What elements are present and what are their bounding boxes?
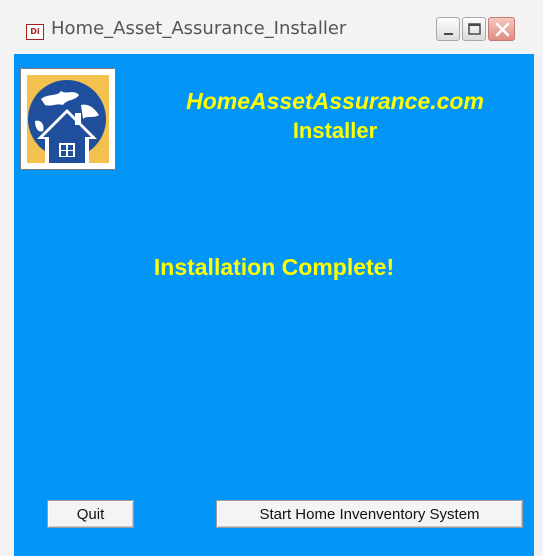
window-title: Home_Asset_Assurance_Installer: [51, 18, 347, 39]
close-icon: [495, 22, 510, 37]
minimize-button[interactable]: [436, 17, 460, 41]
title-bar[interactable]: Di Home_Asset_Assurance_Installer: [0, 0, 543, 54]
installation-status: Installation Complete!: [153, 254, 395, 280]
installer-subtitle: Installer: [292, 118, 378, 143]
start-system-button[interactable]: Start Home Invenventory System: [216, 500, 523, 528]
installer-panel: HomeAssetAssurance.com Installer Install…: [14, 54, 534, 556]
minimize-icon: [444, 33, 453, 35]
quit-button[interactable]: Quit: [47, 500, 134, 528]
maximize-icon: [468, 23, 481, 35]
close-button[interactable]: [488, 17, 515, 41]
site-name-heading: HomeAssetAssurance.com: [186, 88, 484, 114]
app-icon[interactable]: Di: [26, 24, 44, 40]
maximize-button[interactable]: [462, 17, 486, 41]
installer-window: Di Home_Asset_Assurance_Installer HomeAs…: [0, 0, 543, 556]
globe-house-logo: [20, 68, 116, 170]
